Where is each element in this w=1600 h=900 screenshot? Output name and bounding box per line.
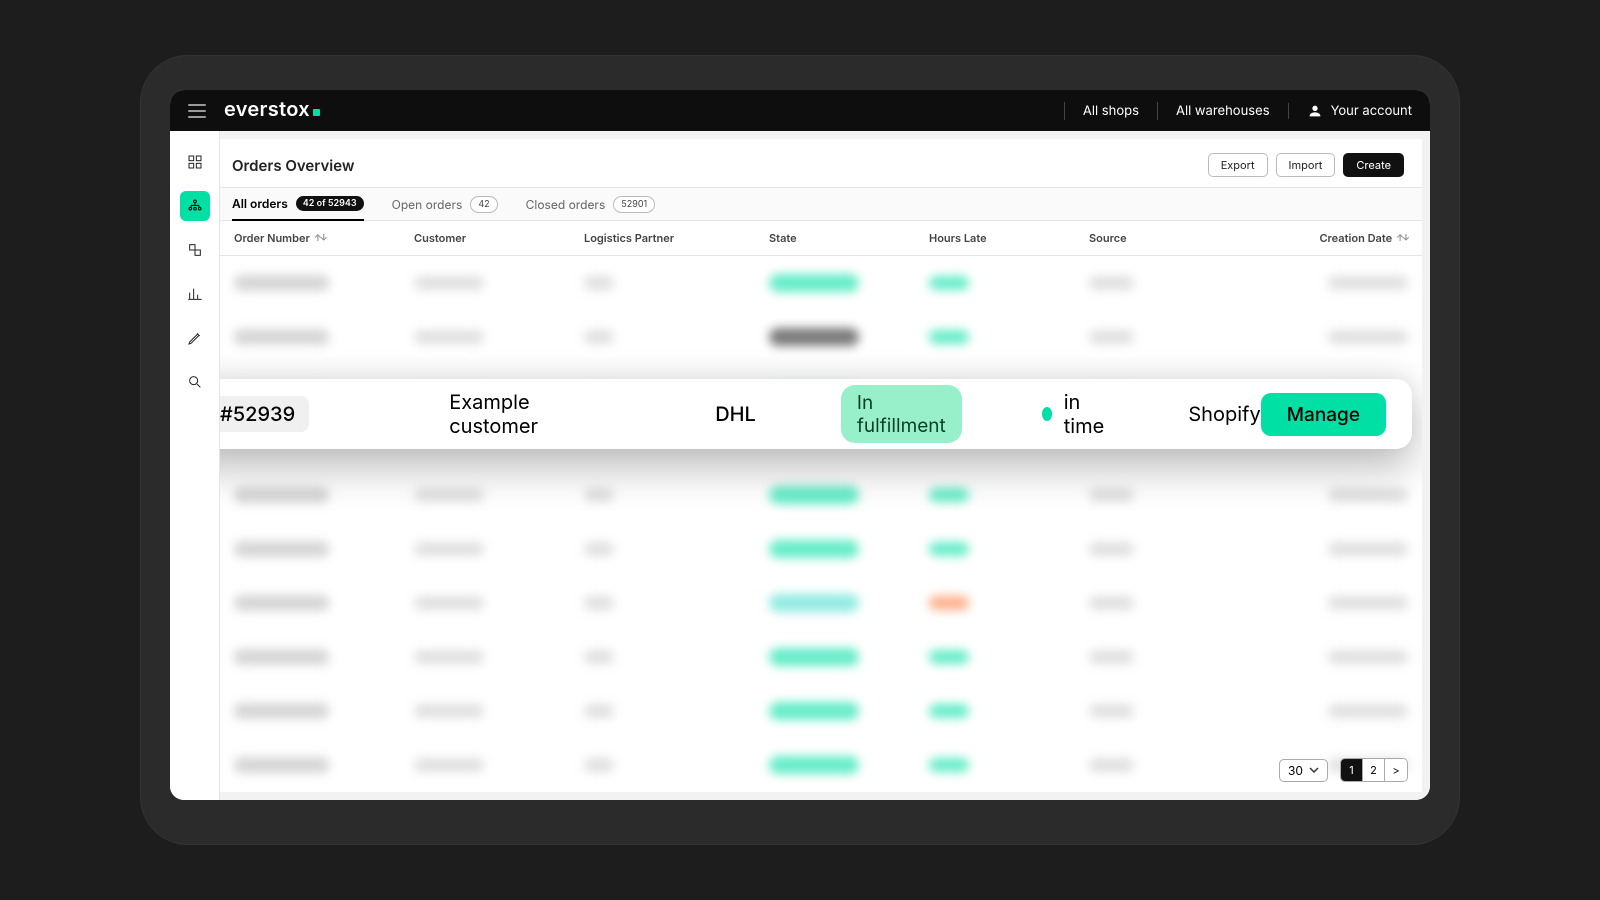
sidebar-item-dashboard[interactable]	[180, 147, 210, 177]
col-customer[interactable]: Customer	[414, 231, 584, 245]
brand-name: everstox	[224, 97, 310, 121]
col-created[interactable]: Creation Date↑↓	[1239, 231, 1408, 245]
tab-open-orders[interactable]: Open orders 42	[392, 188, 498, 220]
manage-button[interactable]: Manage	[1261, 393, 1386, 436]
main-content: Orders Overview Export Import Create All…	[220, 139, 1422, 792]
menu-icon[interactable]	[188, 104, 206, 118]
sidebar	[170, 131, 220, 800]
order-customer: Example customer	[449, 390, 580, 438]
import-button[interactable]: Import	[1276, 153, 1336, 177]
page-size-value: 30	[1288, 763, 1303, 778]
page-2-button[interactable]: 2	[1363, 759, 1385, 781]
order-number-chip: #52939	[220, 396, 309, 432]
tab-all-label: All orders	[232, 196, 288, 211]
brand-logo: everstox	[224, 97, 320, 125]
pagination: 30 1 2 >	[1279, 758, 1408, 782]
page-1-button[interactable]: 1	[1341, 759, 1363, 781]
create-button[interactable]: Create	[1343, 153, 1404, 177]
tab-closed-count: 52901	[613, 196, 655, 213]
tab-open-count: 42	[470, 196, 497, 213]
order-hours-label: in time	[1064, 390, 1109, 438]
table-row	[220, 630, 1422, 684]
account-label: Your account	[1331, 103, 1412, 119]
tab-closed-label: Closed orders	[526, 197, 606, 212]
sidebar-item-search[interactable]	[180, 367, 210, 397]
pencil-icon	[187, 330, 203, 346]
all-warehouses-label: All warehouses	[1176, 103, 1270, 119]
order-state-chip: In fulfillment	[841, 385, 962, 443]
sort-icon: ↑↓	[314, 233, 326, 244]
table-row	[220, 310, 1422, 364]
table-row	[220, 576, 1422, 630]
table-row	[220, 522, 1422, 576]
chart-icon	[187, 286, 203, 302]
app-body: Orders Overview Export Import Create All…	[170, 131, 1430, 800]
page-next-button[interactable]: >	[1385, 759, 1407, 781]
grid-icon	[187, 154, 203, 170]
topbar: everstox All shops All warehouses Your a…	[170, 90, 1430, 131]
table-header: Order Number↑↓ Customer Logistics Partne…	[220, 221, 1422, 256]
status-dot-icon	[1042, 407, 1052, 421]
search-icon	[187, 374, 203, 390]
all-shops-label: All shops	[1083, 103, 1139, 119]
col-state[interactable]: State	[769, 231, 929, 245]
col-hours[interactable]: Hours Late	[929, 231, 1089, 245]
tab-open-label: Open orders	[392, 197, 463, 212]
table-row	[220, 256, 1422, 310]
page-buttons: 1 2 >	[1340, 758, 1408, 782]
order-hours: in time	[1042, 390, 1109, 438]
brand-dot-icon	[313, 109, 320, 116]
order-source: Shopify	[1188, 402, 1260, 426]
sidebar-item-orders[interactable]	[180, 191, 210, 221]
table-row	[220, 468, 1422, 522]
tab-all-count: 42 of 52943	[296, 196, 364, 211]
order-carrier: DHL	[715, 402, 756, 426]
all-shops-link[interactable]: All shops	[1064, 102, 1157, 120]
box-icon	[187, 242, 203, 258]
account-link[interactable]: Your account	[1288, 103, 1412, 119]
tab-closed-orders[interactable]: Closed orders 52901	[526, 188, 656, 220]
device-frame: everstox All shops All warehouses Your a…	[140, 55, 1460, 845]
sidebar-item-inventory[interactable]	[180, 235, 210, 265]
chevron-down-icon	[1309, 765, 1319, 775]
sort-icon: ↑↓	[1396, 233, 1408, 244]
all-warehouses-link[interactable]: All warehouses	[1157, 102, 1288, 120]
app-screen: everstox All shops All warehouses Your a…	[170, 90, 1430, 800]
table-row	[220, 738, 1422, 792]
sidebar-item-analytics[interactable]	[180, 279, 210, 309]
tab-all-orders[interactable]: All orders 42 of 52943	[232, 189, 364, 221]
page-header: Orders Overview Export Import Create	[220, 139, 1422, 187]
col-partner[interactable]: Logistics Partner	[584, 231, 769, 245]
order-highlight-card: #52939 Example customer DHL In fulfillme…	[220, 379, 1412, 449]
page-title: Orders Overview	[232, 156, 354, 175]
tabs: All orders 42 of 52943 Open orders 42 Cl…	[220, 187, 1422, 221]
page-size-select[interactable]: 30	[1279, 759, 1328, 782]
orders-icon	[187, 198, 203, 214]
table-row	[220, 684, 1422, 738]
sidebar-item-edit[interactable]	[180, 323, 210, 353]
user-icon	[1307, 103, 1323, 119]
export-button[interactable]: Export	[1208, 153, 1268, 177]
col-order[interactable]: Order Number↑↓	[234, 231, 414, 245]
col-source[interactable]: Source	[1089, 231, 1239, 245]
table-body	[220, 256, 1422, 792]
